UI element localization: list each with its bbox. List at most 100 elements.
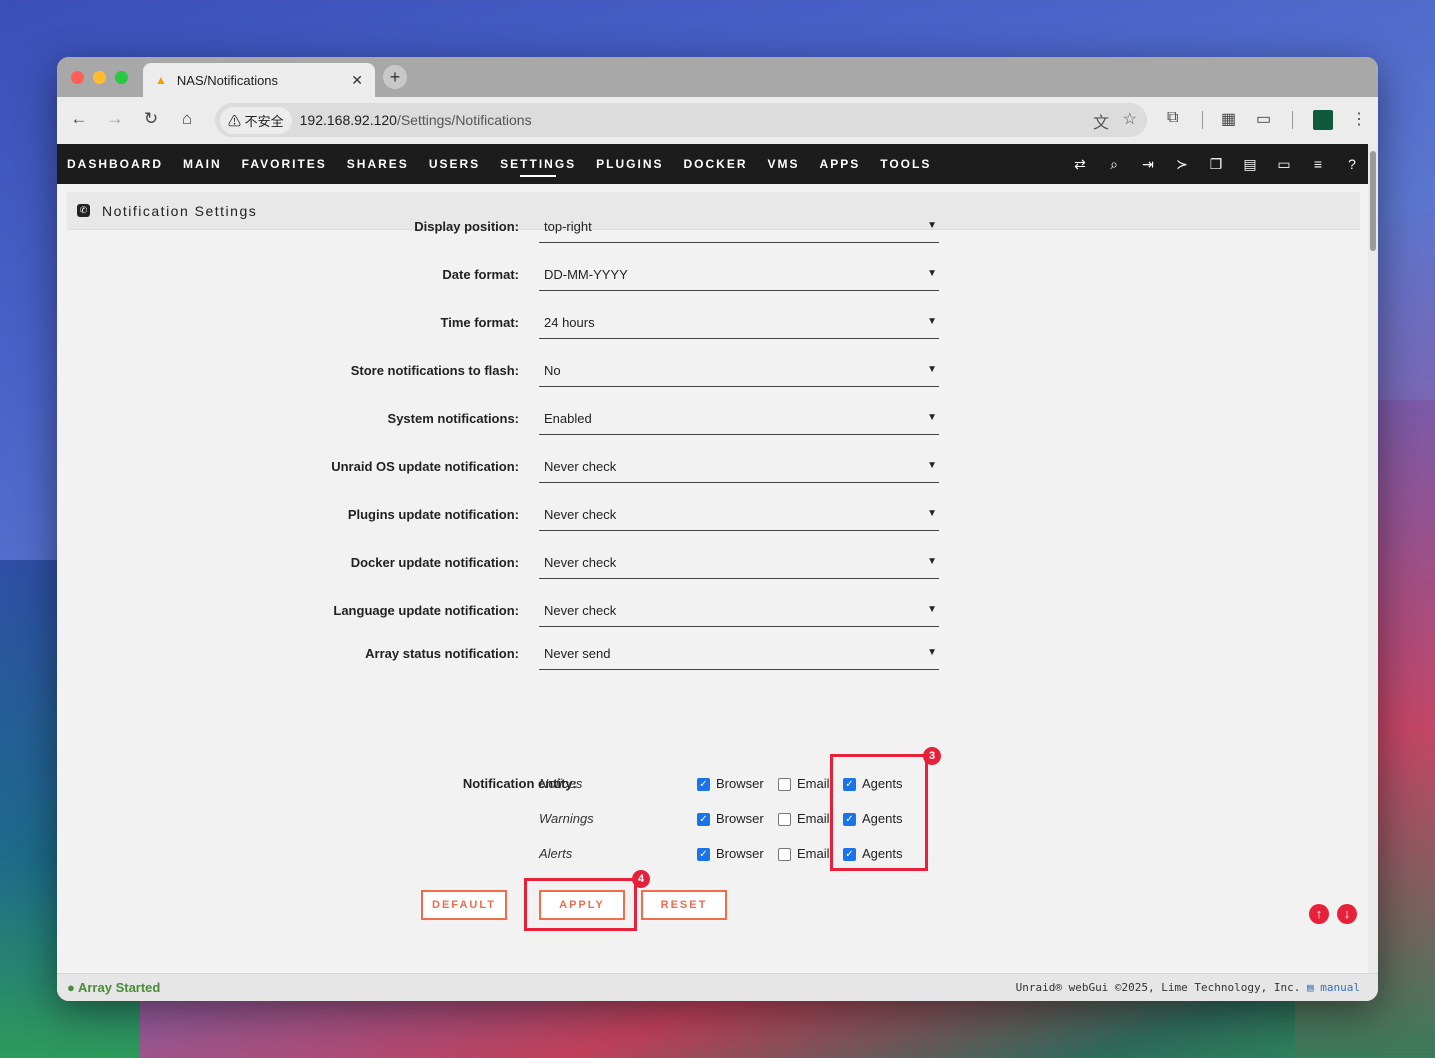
nav-item-apps[interactable]: APPS bbox=[820, 157, 861, 171]
entity-name: Notices bbox=[539, 776, 583, 791]
dropdown-arrow-icon: ▼ bbox=[927, 556, 937, 567]
setting-value: Never check bbox=[544, 459, 617, 474]
dropdown-arrow-icon: ▼ bbox=[927, 364, 937, 375]
search-icon[interactable]: ⌕ bbox=[1106, 156, 1122, 173]
setting-label: System notifications: bbox=[387, 411, 519, 426]
app-navigation: DASHBOARD MAIN FAVORITES SHARES USERS SETTING… bbox=[57, 144, 1378, 184]
annotation-box-agents bbox=[830, 754, 928, 871]
checkbox[interactable]: ✓ bbox=[697, 848, 710, 861]
browser-label: Browser bbox=[716, 776, 764, 791]
scroll-bottom-icon[interactable]: ↓ bbox=[1337, 904, 1357, 924]
checkbox[interactable]: ✓ bbox=[697, 813, 710, 826]
manual-link[interactable]: ▤ manual bbox=[1307, 981, 1360, 994]
nav-item-users[interactable]: USERS bbox=[429, 157, 480, 171]
notifications-icon[interactable]: ▤ bbox=[1242, 156, 1258, 173]
minimize-window-button[interactable] bbox=[93, 71, 106, 84]
setting-select[interactable]: Never send ▼ bbox=[539, 640, 939, 670]
logout-icon[interactable]: ⇥ bbox=[1140, 156, 1156, 173]
setting-label: Date format: bbox=[442, 267, 519, 282]
profile-avatar[interactable] bbox=[1313, 110, 1333, 130]
browser-toolbar: ← → ↻ ⌂ ⚠ 不安全 192.168.92.120/Settings/No… bbox=[57, 97, 1378, 144]
reset-button[interactable]: RESET bbox=[641, 890, 727, 920]
checkbox[interactable] bbox=[778, 813, 791, 826]
help-icon[interactable]: ? bbox=[1344, 156, 1360, 173]
setting-select[interactable]: Never check ▼ bbox=[539, 453, 939, 483]
copyright-text: Unraid® webGui ©2025, Lime Technology, I… bbox=[1015, 981, 1301, 994]
url-path: /Settings/Notifications bbox=[396, 112, 532, 128]
annotation-badge-4: 4 bbox=[632, 870, 650, 888]
entity-name: Warnings bbox=[539, 811, 594, 826]
insecure-warning[interactable]: ⚠ 不安全 bbox=[220, 106, 292, 134]
email-label: Email bbox=[797, 776, 830, 791]
menu-icon[interactable]: ⋮ bbox=[1351, 109, 1367, 129]
email-label: Email bbox=[797, 811, 830, 826]
browser-label: Browser bbox=[716, 811, 764, 826]
extensions-icon[interactable]: ⧉ bbox=[1167, 109, 1178, 127]
nav-item-plugins[interactable]: PLUGINS bbox=[596, 157, 663, 171]
browser-tab[interactable]: ▲ NAS/Notifications ✕ bbox=[143, 63, 375, 97]
setting-select[interactable]: Never check ▼ bbox=[539, 501, 939, 531]
tab-title: NAS/Notifications bbox=[176, 72, 279, 88]
setting-row: System notifications: Enabled ▼ bbox=[57, 405, 957, 435]
bookmark-star-icon[interactable]: ☆ bbox=[1123, 109, 1137, 129]
checkbox[interactable] bbox=[778, 778, 791, 791]
reload-icon[interactable]: ↻ bbox=[140, 109, 162, 129]
setting-select[interactable]: No ▼ bbox=[539, 357, 939, 387]
setting-row: Language update notification: Never check… bbox=[57, 597, 957, 627]
setting-select[interactable]: Enabled ▼ bbox=[539, 405, 939, 435]
qr-code-icon[interactable]: ▦ bbox=[1221, 109, 1236, 129]
browser-label: Browser bbox=[716, 846, 764, 861]
dropdown-arrow-icon: ▼ bbox=[927, 647, 937, 658]
home-icon[interactable]: ⌂ bbox=[176, 109, 198, 129]
address-bar[interactable]: ⚠ 不安全 192.168.92.120/Settings/Notificati… bbox=[215, 103, 1147, 137]
setting-value: DD-MM-YYYY bbox=[544, 267, 628, 282]
translate-icon[interactable]: 文 bbox=[1093, 109, 1109, 133]
checkbox[interactable]: ✓ bbox=[697, 778, 710, 791]
log-icon[interactable]: ≡ bbox=[1310, 156, 1326, 173]
setting-label: Store notifications to flash: bbox=[350, 363, 519, 378]
nav-item-vms[interactable]: VMS bbox=[768, 157, 800, 171]
setting-label: Plugins update notification: bbox=[347, 507, 519, 522]
dropdown-arrow-icon: ▼ bbox=[927, 316, 937, 327]
nav-item-dashboard[interactable]: DASHBOARD bbox=[67, 157, 163, 171]
setting-select[interactable]: DD-MM-YYYY ▼ bbox=[539, 261, 939, 291]
feedback-icon[interactable]: ❐ bbox=[1208, 156, 1224, 173]
forward-icon[interactable]: → bbox=[104, 109, 126, 129]
back-icon[interactable]: ← bbox=[68, 109, 90, 129]
nav-item-shares[interactable]: SHARES bbox=[347, 157, 409, 171]
tab-bar: ▲ NAS/Notifications ✕ + bbox=[57, 57, 1378, 97]
page-scrollbar[interactable] bbox=[1368, 143, 1378, 973]
nav-item-settings[interactable]: SETTINGS bbox=[500, 157, 576, 177]
new-tab-button[interactable]: + bbox=[383, 65, 407, 89]
setting-select[interactable]: top-right ▼ bbox=[539, 213, 939, 243]
maximize-window-button[interactable] bbox=[115, 71, 128, 84]
monitor-icon[interactable]: ▭ bbox=[1276, 156, 1292, 173]
switch-language-icon[interactable]: ⇄ bbox=[1072, 156, 1088, 173]
nav-item-docker[interactable]: DOCKER bbox=[684, 157, 748, 171]
default-button[interactable]: DEFAULT bbox=[421, 890, 507, 920]
terminal-icon[interactable]: ≻ bbox=[1174, 156, 1190, 173]
tab-close-icon[interactable]: ✕ bbox=[351, 72, 363, 89]
setting-select[interactable]: 24 hours ▼ bbox=[539, 309, 939, 339]
setting-select[interactable]: Never check ▼ bbox=[539, 549, 939, 579]
url-text[interactable]: 192.168.92.120/Settings/Notifications bbox=[300, 112, 532, 128]
setting-label: Unraid OS update notification: bbox=[331, 459, 519, 474]
search-tab-icon[interactable]: ▭ bbox=[1256, 109, 1271, 129]
nav-item-tools[interactable]: TOOLS bbox=[880, 157, 931, 171]
dropdown-arrow-icon: ▼ bbox=[927, 508, 937, 519]
annotation-badge-3: 3 bbox=[923, 747, 941, 765]
close-window-button[interactable] bbox=[71, 71, 84, 84]
apply-button[interactable]: APPLY bbox=[539, 890, 625, 920]
scroll-top-icon[interactable]: ↑ bbox=[1309, 904, 1329, 924]
setting-select[interactable]: Never check ▼ bbox=[539, 597, 939, 627]
setting-value: 24 hours bbox=[544, 315, 595, 330]
footer: ● Array Started Unraid® webGui ©2025, Li… bbox=[57, 973, 1378, 1001]
nav-icons: ⇄ ⌕ ⇥ ≻ ❐ ▤ ▭ ≡ ? bbox=[1072, 156, 1360, 173]
setting-value: Never check bbox=[544, 555, 617, 570]
array-status-text: Array Started bbox=[77, 980, 161, 995]
nav-item-favorites[interactable]: FAVORITES bbox=[242, 157, 327, 171]
dropdown-arrow-icon: ▼ bbox=[927, 604, 937, 615]
checkbox[interactable] bbox=[778, 848, 791, 861]
main-content: ✆ Notification Settings Display position… bbox=[57, 184, 1378, 961]
nav-item-main[interactable]: MAIN bbox=[183, 157, 222, 171]
